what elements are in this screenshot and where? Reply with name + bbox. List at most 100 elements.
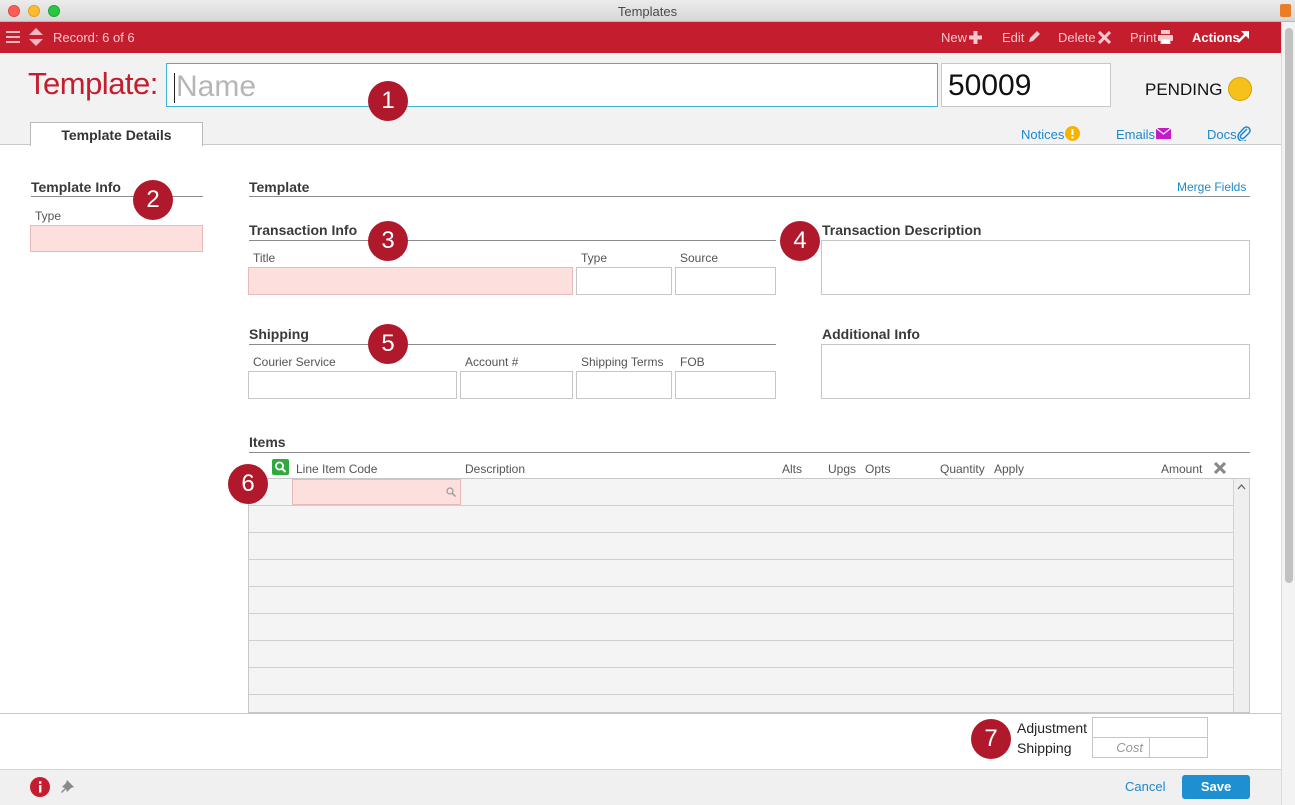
adjustment-field[interactable]: [1092, 717, 1208, 738]
template-info-heading: Template Info: [31, 179, 121, 195]
table-row[interactable]: [249, 694, 1233, 695]
shipping-terms-label: Shipping Terms: [581, 355, 664, 369]
actions-label: Actions: [1192, 30, 1240, 45]
template-type-field[interactable]: [30, 225, 203, 252]
record-toolbar: Record: 6 of 6 New Edit Delete Print Act…: [0, 22, 1281, 53]
docs-link[interactable]: Docs: [1207, 127, 1237, 142]
delete-label: Delete: [1058, 30, 1096, 45]
x-icon[interactable]: [1098, 31, 1111, 44]
divider: [249, 344, 776, 345]
transaction-description-heading: Transaction Description: [822, 222, 982, 238]
scroll-thumb[interactable]: [1285, 28, 1293, 583]
chevron-up-icon[interactable]: [1237, 483, 1246, 490]
transaction-source-field[interactable]: [675, 267, 776, 295]
edit-label: Edit: [1002, 30, 1025, 45]
template-label: Template:: [28, 66, 158, 101]
record-navigate-icon[interactable]: [29, 28, 43, 47]
col-quantity: Quantity: [940, 462, 985, 476]
table-row[interactable]: [249, 640, 1233, 641]
share-arrow-icon[interactable]: [1236, 30, 1250, 44]
template-name-input[interactable]: Name: [166, 63, 938, 107]
items-portal[interactable]: [248, 478, 1250, 713]
notices-link[interactable]: Notices: [1021, 127, 1064, 142]
divider: [31, 196, 203, 197]
table-row[interactable]: [249, 505, 1233, 506]
divider: [249, 452, 1250, 453]
name-placeholder: Name: [176, 70, 257, 103]
divider: [249, 196, 1250, 197]
window-title-bar: Templates: [0, 0, 1295, 22]
close-icon[interactable]: [1214, 462, 1226, 474]
col-description: Description: [465, 462, 526, 476]
actions-button[interactable]: Actions: [1192, 30, 1240, 45]
table-row[interactable]: [249, 586, 1233, 587]
shipping-heading: Shipping: [249, 326, 309, 342]
table-row[interactable]: [249, 532, 1233, 533]
fob-label: FOB: [680, 355, 705, 369]
cancel-button[interactable]: Cancel: [1125, 779, 1165, 794]
print-button[interactable]: Print: [1130, 30, 1157, 45]
portal-scrollbar[interactable]: [1233, 479, 1249, 712]
template-type-label: Type: [35, 209, 62, 223]
col-upgs: Upgs: [828, 462, 857, 476]
adjustment-label: Adjustment: [1017, 720, 1088, 736]
table-row[interactable]: [249, 613, 1233, 614]
additional-info-heading: Additional Info: [822, 326, 920, 342]
annotation-badge-3: 3: [368, 221, 408, 261]
shipping-terms-field[interactable]: [576, 371, 672, 399]
annotation-badge-6: 6: [228, 464, 268, 504]
new-button[interactable]: New: [941, 30, 967, 45]
menu-icon[interactable]: [6, 30, 20, 44]
divider: [249, 240, 776, 241]
lock-icon: [1280, 4, 1291, 17]
pin-icon[interactable]: [61, 780, 75, 794]
fob-field[interactable]: [675, 371, 776, 399]
bottom-bar: [0, 769, 1281, 805]
window-scrollbar[interactable]: [1281, 22, 1295, 805]
title-label: Title: [253, 251, 276, 265]
edit-button[interactable]: Edit: [1002, 30, 1024, 45]
envelope-icon[interactable]: [1156, 128, 1171, 139]
table-row[interactable]: [249, 559, 1233, 560]
template-heading: Template: [249, 179, 310, 195]
plus-icon[interactable]: [969, 31, 982, 44]
shipping-amount-field[interactable]: [1149, 737, 1208, 758]
source-label: Source: [680, 251, 719, 265]
printer-icon[interactable]: [1158, 30, 1173, 44]
line-item-code-field[interactable]: [292, 479, 461, 505]
search-icon[interactable]: [272, 459, 289, 475]
info-icon[interactable]: [30, 777, 50, 797]
col-amount: Amount: [1161, 462, 1203, 476]
col-line-item-code: Line Item Code: [296, 462, 378, 476]
template-id-field[interactable]: 50009: [941, 63, 1111, 107]
save-button[interactable]: Save: [1182, 775, 1250, 799]
table-row[interactable]: [249, 667, 1233, 668]
transaction-description-field[interactable]: [821, 240, 1250, 295]
magnifier-icon[interactable]: [446, 487, 456, 497]
transaction-type-field[interactable]: [576, 267, 672, 295]
account-number-label: Account #: [465, 355, 519, 369]
warning-icon[interactable]: [1065, 126, 1080, 141]
transaction-type-label: Type: [581, 251, 608, 265]
additional-info-field[interactable]: [821, 344, 1250, 399]
account-number-field[interactable]: [460, 371, 573, 399]
emails-link[interactable]: Emails: [1116, 127, 1155, 142]
new-label: New: [941, 30, 968, 45]
merge-fields-link[interactable]: Merge Fields: [1177, 180, 1246, 194]
transaction-title-field[interactable]: [248, 267, 573, 295]
shipping-cost-field[interactable]: Cost: [1092, 737, 1150, 758]
status-label: PENDING: [1145, 80, 1223, 99]
items-heading: Items: [249, 434, 286, 450]
transaction-info-heading: Transaction Info: [249, 222, 358, 238]
delete-button[interactable]: Delete: [1058, 30, 1096, 45]
divider: [0, 713, 1281, 714]
courier-service-field[interactable]: [248, 371, 457, 399]
pencil-icon[interactable]: [1027, 30, 1041, 44]
window-title: Templates: [617, 4, 678, 19]
tab-template-details[interactable]: Template Details: [30, 122, 203, 146]
annotation-badge-1: 1: [368, 81, 408, 121]
paperclip-icon[interactable]: [1237, 126, 1251, 141]
col-opts: Opts: [865, 462, 891, 476]
shipping-total-label: Shipping: [1017, 740, 1072, 756]
record-counter: Record: 6 of 6: [53, 30, 135, 45]
